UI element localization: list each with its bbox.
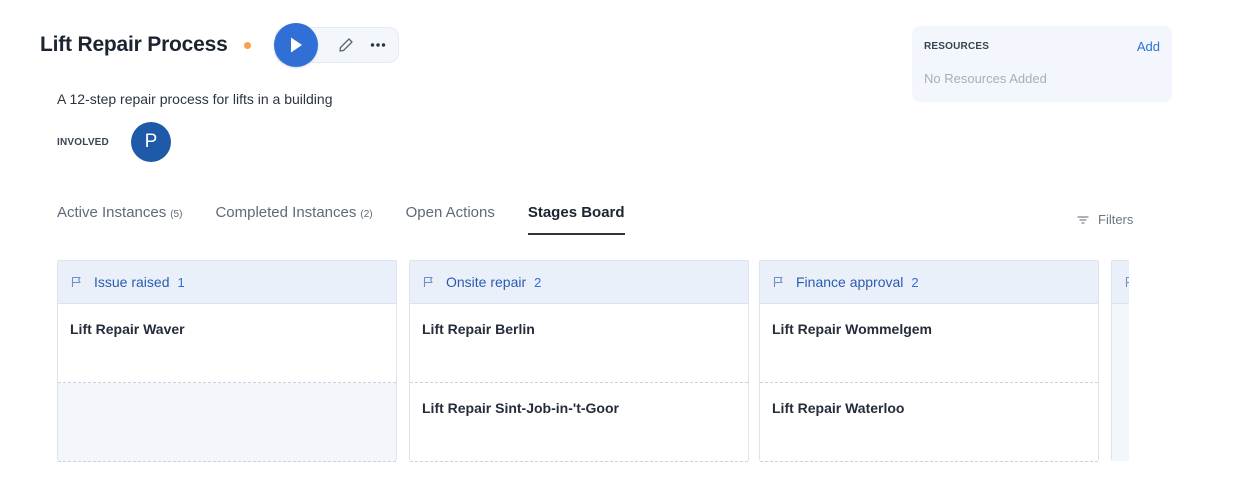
tab-label: Active Instances [57,204,167,221]
instance-name: Lift Repair Waver [70,321,185,337]
stage-count: 1 [177,274,185,290]
status-dot [243,41,251,49]
involved-section: INVOLVED P [57,122,171,162]
stage-column: Onsite repair 2 Lift Repair Berlin Lift … [409,260,749,462]
pencil-icon [338,38,353,52]
stage-column: Issue raised 1 Lift Repair Waver [57,260,397,462]
process-actions [273,23,399,67]
instance-card[interactable]: Lift Repair Waterloo [760,383,1098,462]
tab-label: Stages Board [527,204,625,221]
stage-column: Finance approval 2 Lift Repair Wommelgem… [759,260,1099,462]
instance-card[interactable]: Lift Repair Berlin [410,304,748,383]
filters-button[interactable]: Filters [1077,212,1133,227]
tab-count: (5) [170,209,183,220]
stage-column: L [1111,260,1129,461]
tab-bar: Active Instances (5) Completed Instances(… [57,200,658,235]
resources-empty-text: No Resources Added [924,71,1047,86]
stage-header[interactable]: Issue raised 1 [58,261,396,304]
filters-label: Filters [1098,212,1134,227]
tab-label: Open Actions [405,204,495,221]
tab-stages-board[interactable]: Stages Board [527,200,625,235]
instance-card[interactable]: Lift Repair Wommelgem [760,304,1098,383]
flag-icon [1125,276,1129,288]
stage-name: Finance approval [796,274,904,290]
edit-button[interactable] [338,37,354,53]
stage-count: 2 [911,274,919,290]
title-row: Lift Repair Process [40,23,399,67]
tab-active-instances[interactable]: Active Instances (5) [57,200,182,234]
stage-body [1112,304,1129,461]
flag-icon [71,276,82,288]
instance-name: Lift Repair Berlin [422,321,535,337]
page-title: Lift Repair Process [40,33,228,56]
stage-name: Issue raised [94,274,170,290]
stages-board: Issue raised 1 Lift Repair Waver Onsite … [57,260,1129,462]
involved-label: INVOLVED [57,136,109,148]
tab-open-actions[interactable]: Open Actions [406,200,495,234]
resources-title: RESOURCES [924,41,990,52]
instance-name: Lift Repair Waterloo [772,400,905,416]
filter-icon [1077,215,1089,224]
instance-card[interactable]: Lift Repair Waver [58,304,396,383]
tab-label: Completed Instances [215,204,357,221]
instance-name: Lift Repair Wommelgem [772,321,932,337]
run-button[interactable] [273,23,318,67]
stage-count: 2 [534,274,542,290]
stage-header[interactable]: Onsite repair 2 [410,261,748,304]
tab-completed-instances[interactable]: Completed Instances (2) [215,200,372,234]
more-button[interactable] [370,42,386,48]
add-resource-link[interactable]: Add [1137,39,1160,54]
empty-slot [58,383,396,462]
flag-icon [773,276,784,288]
flag-icon [423,276,434,288]
process-description: A 12-step repair process for lifts in a … [57,91,333,107]
stage-name: Onsite repair [446,274,527,290]
play-icon [290,37,302,53]
more-horizontal-icon [370,43,385,47]
resources-panel: RESOURCES Add No Resources Added [912,26,1172,102]
instance-card[interactable]: Lift Repair Sint-Job-in-'t-Goor [410,383,748,462]
avatar[interactable]: P [130,122,171,162]
stage-header[interactable]: Finance approval 2 [760,261,1098,304]
instance-name: Lift Repair Sint-Job-in-'t-Goor [422,400,619,416]
tab-count: (2) [360,209,373,220]
stage-header[interactable]: L [1112,261,1129,304]
